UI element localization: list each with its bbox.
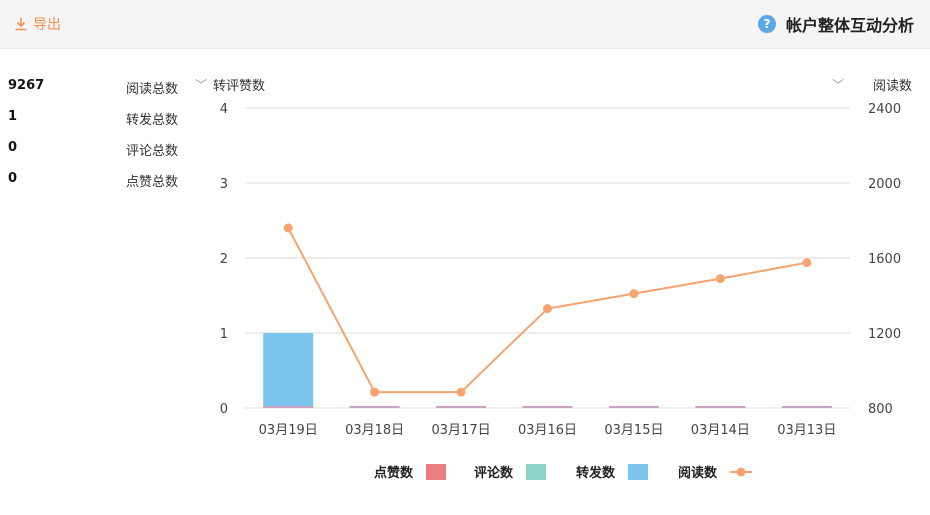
left-axis-ticks: 0 1 2 3 4 xyxy=(220,102,228,417)
x-axis-ticks: 03月13日 03月14日 03月15日 03月16日 03月17日 03月18日 03月1… xyxy=(259,423,837,438)
read-point xyxy=(370,387,380,397)
help-icon[interactable]: ? xyxy=(757,15,776,33)
left-axis-tick-label: 2 xyxy=(220,252,228,267)
read-point xyxy=(715,274,725,284)
title-group: ? 帐户整体互动分析 xyxy=(757,12,914,36)
chevron-down-icon: ﹀ xyxy=(195,77,208,92)
forward-bar xyxy=(263,333,314,408)
bar-baseline xyxy=(781,406,832,408)
legend-swatch xyxy=(526,464,546,480)
header-bar: 导出 ? 帐户整体互动分析 xyxy=(0,0,930,49)
x-axis-tick-label: 03月19日 xyxy=(259,423,318,438)
export-label: 导出 xyxy=(33,17,61,33)
read-point xyxy=(283,223,293,233)
download-icon xyxy=(15,18,27,31)
bar-baseline xyxy=(695,406,746,408)
left-axis-tick-label: 4 xyxy=(220,102,228,117)
right-axis-metric-select[interactable]: ﹀ 阅读数 xyxy=(832,74,912,94)
bar-baseline xyxy=(263,406,314,408)
right-axis-tick-label: 1200 xyxy=(868,327,901,342)
right-axis-metric-label: 阅读数 xyxy=(872,78,912,94)
legend-label: 阅读数 xyxy=(678,465,718,481)
legend-label: 转发数 xyxy=(576,465,616,481)
stat-label: 阅读总数 xyxy=(125,82,178,97)
x-axis-tick-label: 03月14日 xyxy=(691,423,750,438)
bar-baseline xyxy=(349,406,400,408)
read-point xyxy=(629,289,639,299)
chart-line xyxy=(283,223,812,397)
left-axis-tick-label: 1 xyxy=(220,327,228,342)
left-axis-tick-label: 3 xyxy=(220,177,228,192)
export-button[interactable]: 导出 xyxy=(14,14,61,34)
x-axis-tick-label: 03月15日 xyxy=(604,423,663,438)
x-axis-tick-label: 03月18日 xyxy=(345,423,404,438)
interaction-chart: 01234 8001200160020002400 03月13日03月14日03… xyxy=(220,102,901,481)
x-axis-tick-label: 03月13日 xyxy=(777,423,836,438)
left-axis-metric-select[interactable]: ﹀ 转评赞数 xyxy=(195,74,265,94)
bar-baseline xyxy=(522,406,573,408)
read-point xyxy=(802,258,812,268)
read-point xyxy=(456,387,466,397)
legend-label: 评论数 xyxy=(474,465,514,481)
legend-label: 点赞数 xyxy=(374,465,414,481)
right-axis-tick-label: 800 xyxy=(868,402,893,417)
legend-swatch xyxy=(426,464,446,480)
x-axis-tick-label: 03月17日 xyxy=(432,423,491,438)
right-axis-tick-label: 1600 xyxy=(868,252,901,267)
right-axis-tick-label: 2000 xyxy=(868,177,901,192)
chart-grid xyxy=(245,107,850,409)
page-title: 帐户整体互动分析 xyxy=(785,16,914,35)
legend-swatch xyxy=(628,464,648,480)
stat-value: 9267 xyxy=(8,78,45,93)
read-point xyxy=(543,304,552,314)
bar-baseline xyxy=(436,406,487,408)
right-axis-ticks: 800 1200 1600 2000 2400 xyxy=(868,102,901,417)
chart-legend: 点赞数 评论数 转发数 阅读数 xyxy=(374,464,752,481)
left-axis-metric-label: 转评赞数 xyxy=(213,78,266,94)
right-axis-tick-label: 2400 xyxy=(868,102,901,117)
chevron-down-icon: ﹀ xyxy=(832,77,845,92)
x-axis-tick-label: 03月16日 xyxy=(518,423,577,438)
bar-baseline xyxy=(608,406,659,408)
left-axis-tick-label: 0 xyxy=(220,402,228,417)
legend-swatch-marker xyxy=(736,467,746,477)
